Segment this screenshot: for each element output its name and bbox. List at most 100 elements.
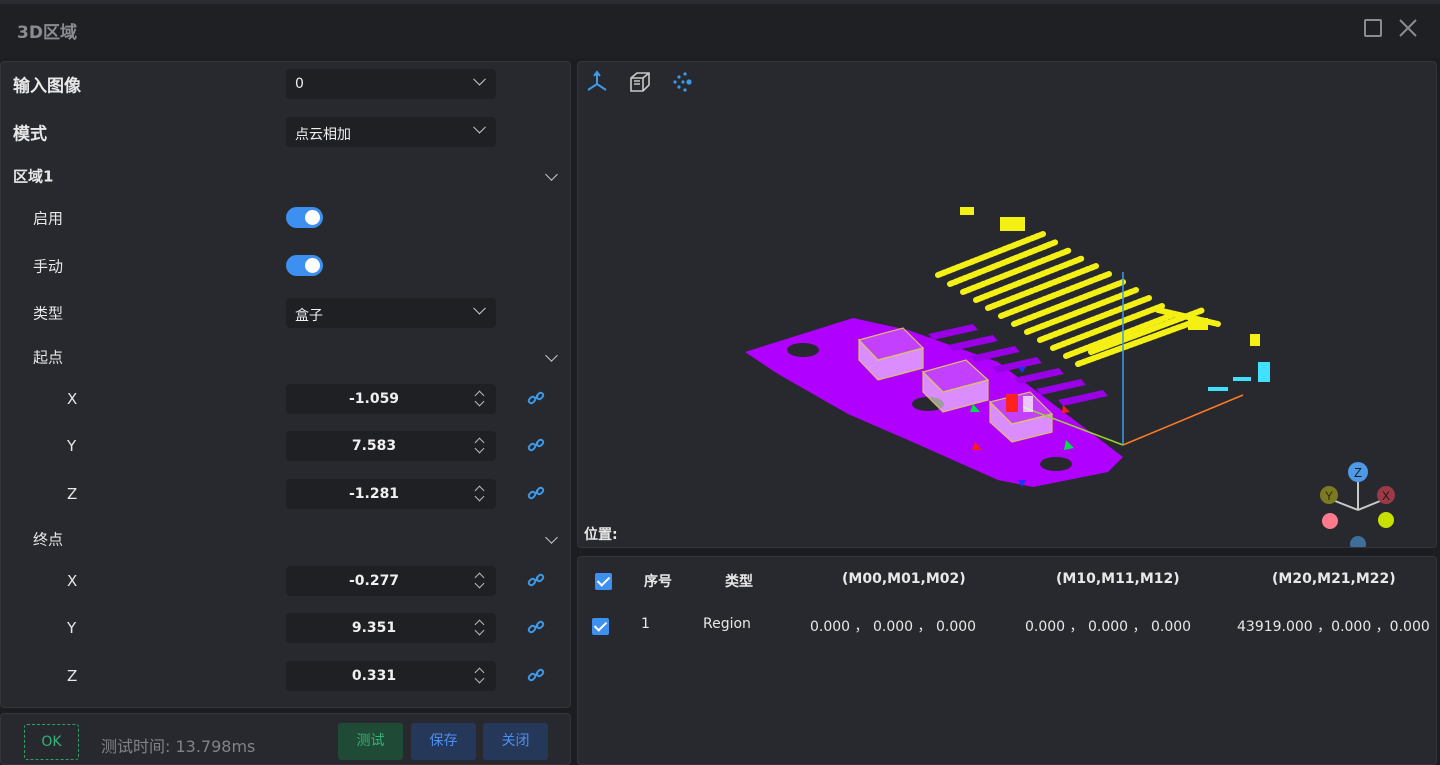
point-cloud-viewer[interactable]: Z Y X 位置: [577, 61, 1437, 548]
link-icon[interactable] [527, 389, 545, 407]
start-x-value: -1.059 [348, 391, 400, 407]
start-y-value: 7.583 [351, 438, 397, 454]
select-all-checkbox[interactable] [595, 573, 612, 590]
end-y-label: Y [67, 619, 77, 637]
scene-canvas: Z Y X [745, 207, 1395, 547]
gizmo-z-label: Z [1354, 465, 1362, 480]
start-y-row: Y 7.583 [1, 426, 572, 466]
start-z-value: -1.281 [348, 486, 400, 502]
start-section-header[interactable]: 起点 [1, 337, 572, 377]
end-x-row: X -0.277 [1, 561, 572, 601]
enable-row: 启用 [1, 198, 572, 238]
close-icon[interactable] [1397, 17, 1419, 39]
manual-label: 手动 [33, 257, 64, 276]
mode-value: 点云相加 [295, 127, 351, 143]
type-row: 类型 盒子 [1, 293, 572, 333]
maximize-icon[interactable] [1364, 19, 1382, 37]
type-value: 盒子 [295, 308, 323, 324]
input-image-select[interactable]: 0 [286, 69, 496, 99]
type-label: 类型 [33, 304, 64, 323]
decrement-icon[interactable] [474, 673, 485, 684]
end-y-row: Y 9.351 [1, 608, 572, 648]
start-x-row: X -1.059 [1, 379, 572, 419]
cell-m0: 0.000 ， 0.000 ， 0.000 [810, 619, 977, 635]
header-m0: (M00,M01,M02) [842, 571, 966, 587]
cell-m1: 0.000 ， 0.000 ， 0.000 [1025, 619, 1192, 635]
start-x-label: X [67, 390, 78, 408]
decrement-icon[interactable] [474, 578, 485, 589]
input-image-value: 0 [295, 76, 304, 92]
end-z-value: 0.331 [351, 668, 397, 684]
start-y-input[interactable]: 7.583 [286, 431, 496, 461]
orientation-gizmo: Z Y X [1320, 462, 1395, 547]
decrement-icon[interactable] [474, 491, 485, 502]
start-y-label: Y [67, 437, 77, 455]
mode-row: 模式 点云相加 [1, 112, 572, 152]
link-icon[interactable] [527, 618, 545, 636]
end-z-input[interactable]: 0.331 [286, 661, 496, 691]
settings-panel: 输入图像 0 模式 点云相加 区域1 启用 手动 类型 盒子 起点 X -1.0… [0, 61, 571, 708]
link-icon[interactable] [527, 484, 545, 502]
top-strip [0, 0, 1440, 4]
toggle-knob [305, 210, 320, 225]
start-z-row: Z -1.281 [1, 474, 572, 514]
end-y-input[interactable]: 9.351 [286, 613, 496, 643]
chevron-down-icon[interactable] [545, 531, 558, 544]
header-index: 序号 [644, 574, 672, 590]
enable-toggle[interactable] [286, 207, 323, 228]
chevron-down-icon[interactable] [545, 349, 558, 362]
end-title: 终点 [33, 530, 64, 549]
cyan-points [1208, 362, 1270, 391]
action-bar: OK 测试时间: 13.798ms 测试 保存 关闭 [0, 713, 571, 765]
chevron-down-icon [473, 72, 486, 86]
ok-button[interactable]: OK [24, 724, 79, 760]
end-y-value: 9.351 [351, 620, 397, 636]
header-m1: (M10,M11,M12) [1056, 571, 1180, 587]
header-m2: (M20,M21,M22) [1272, 571, 1396, 587]
mode-label: 模式 [13, 124, 47, 145]
position-label: 位置: [584, 527, 618, 543]
type-select[interactable]: 盒子 [286, 298, 496, 328]
start-z-input[interactable]: -1.281 [286, 479, 496, 509]
chevron-down-icon [473, 120, 486, 134]
close-button[interactable]: 关闭 [483, 723, 548, 760]
end-z-label: Z [67, 667, 78, 685]
end-z-row: Z 0.331 [1, 656, 572, 696]
enable-label: 启用 [33, 209, 64, 228]
link-icon[interactable] [527, 571, 545, 589]
row-checkbox[interactable] [592, 618, 609, 635]
header-type: 类型 [725, 574, 753, 590]
cell-m2: 43919.000 ，0.000 ，0.000 [1237, 619, 1430, 635]
decrement-icon[interactable] [474, 396, 485, 407]
cell-type: Region [703, 616, 751, 632]
window-title: 3D区域 [17, 23, 77, 43]
toggle-knob [305, 258, 320, 273]
end-x-label: X [67, 572, 78, 590]
end-x-input[interactable]: -0.277 [286, 566, 496, 596]
end-section-header[interactable]: 终点 [1, 519, 572, 559]
region-section-header[interactable]: 区域1 [1, 156, 572, 196]
link-icon[interactable] [527, 436, 545, 454]
mode-select[interactable]: 点云相加 [286, 117, 496, 147]
start-title: 起点 [33, 348, 64, 367]
link-icon[interactable] [527, 666, 545, 684]
title-bar: 3D区域 [0, 0, 1440, 58]
input-image-label: 输入图像 [13, 76, 81, 97]
save-button[interactable]: 保存 [411, 723, 476, 760]
gizmo-y-label: Y [1325, 489, 1333, 503]
test-time: 测试时间: 13.798ms [101, 737, 256, 756]
start-x-input[interactable]: -1.059 [286, 384, 496, 414]
manual-row: 手动 [1, 246, 572, 286]
start-z-label: Z [67, 485, 78, 503]
chevron-down-icon [473, 301, 486, 315]
gizmo-x-label: X [1382, 489, 1390, 503]
decrement-icon[interactable] [474, 625, 485, 636]
chevron-down-icon[interactable] [545, 168, 558, 181]
end-x-value: -0.277 [348, 573, 400, 589]
region-title: 区域1 [13, 167, 54, 186]
decrement-icon[interactable] [474, 443, 485, 454]
cell-index: 1 [641, 616, 650, 632]
input-image-row: 输入图像 0 [1, 64, 572, 104]
test-button[interactable]: 测试 [338, 723, 403, 760]
manual-toggle[interactable] [286, 255, 323, 276]
